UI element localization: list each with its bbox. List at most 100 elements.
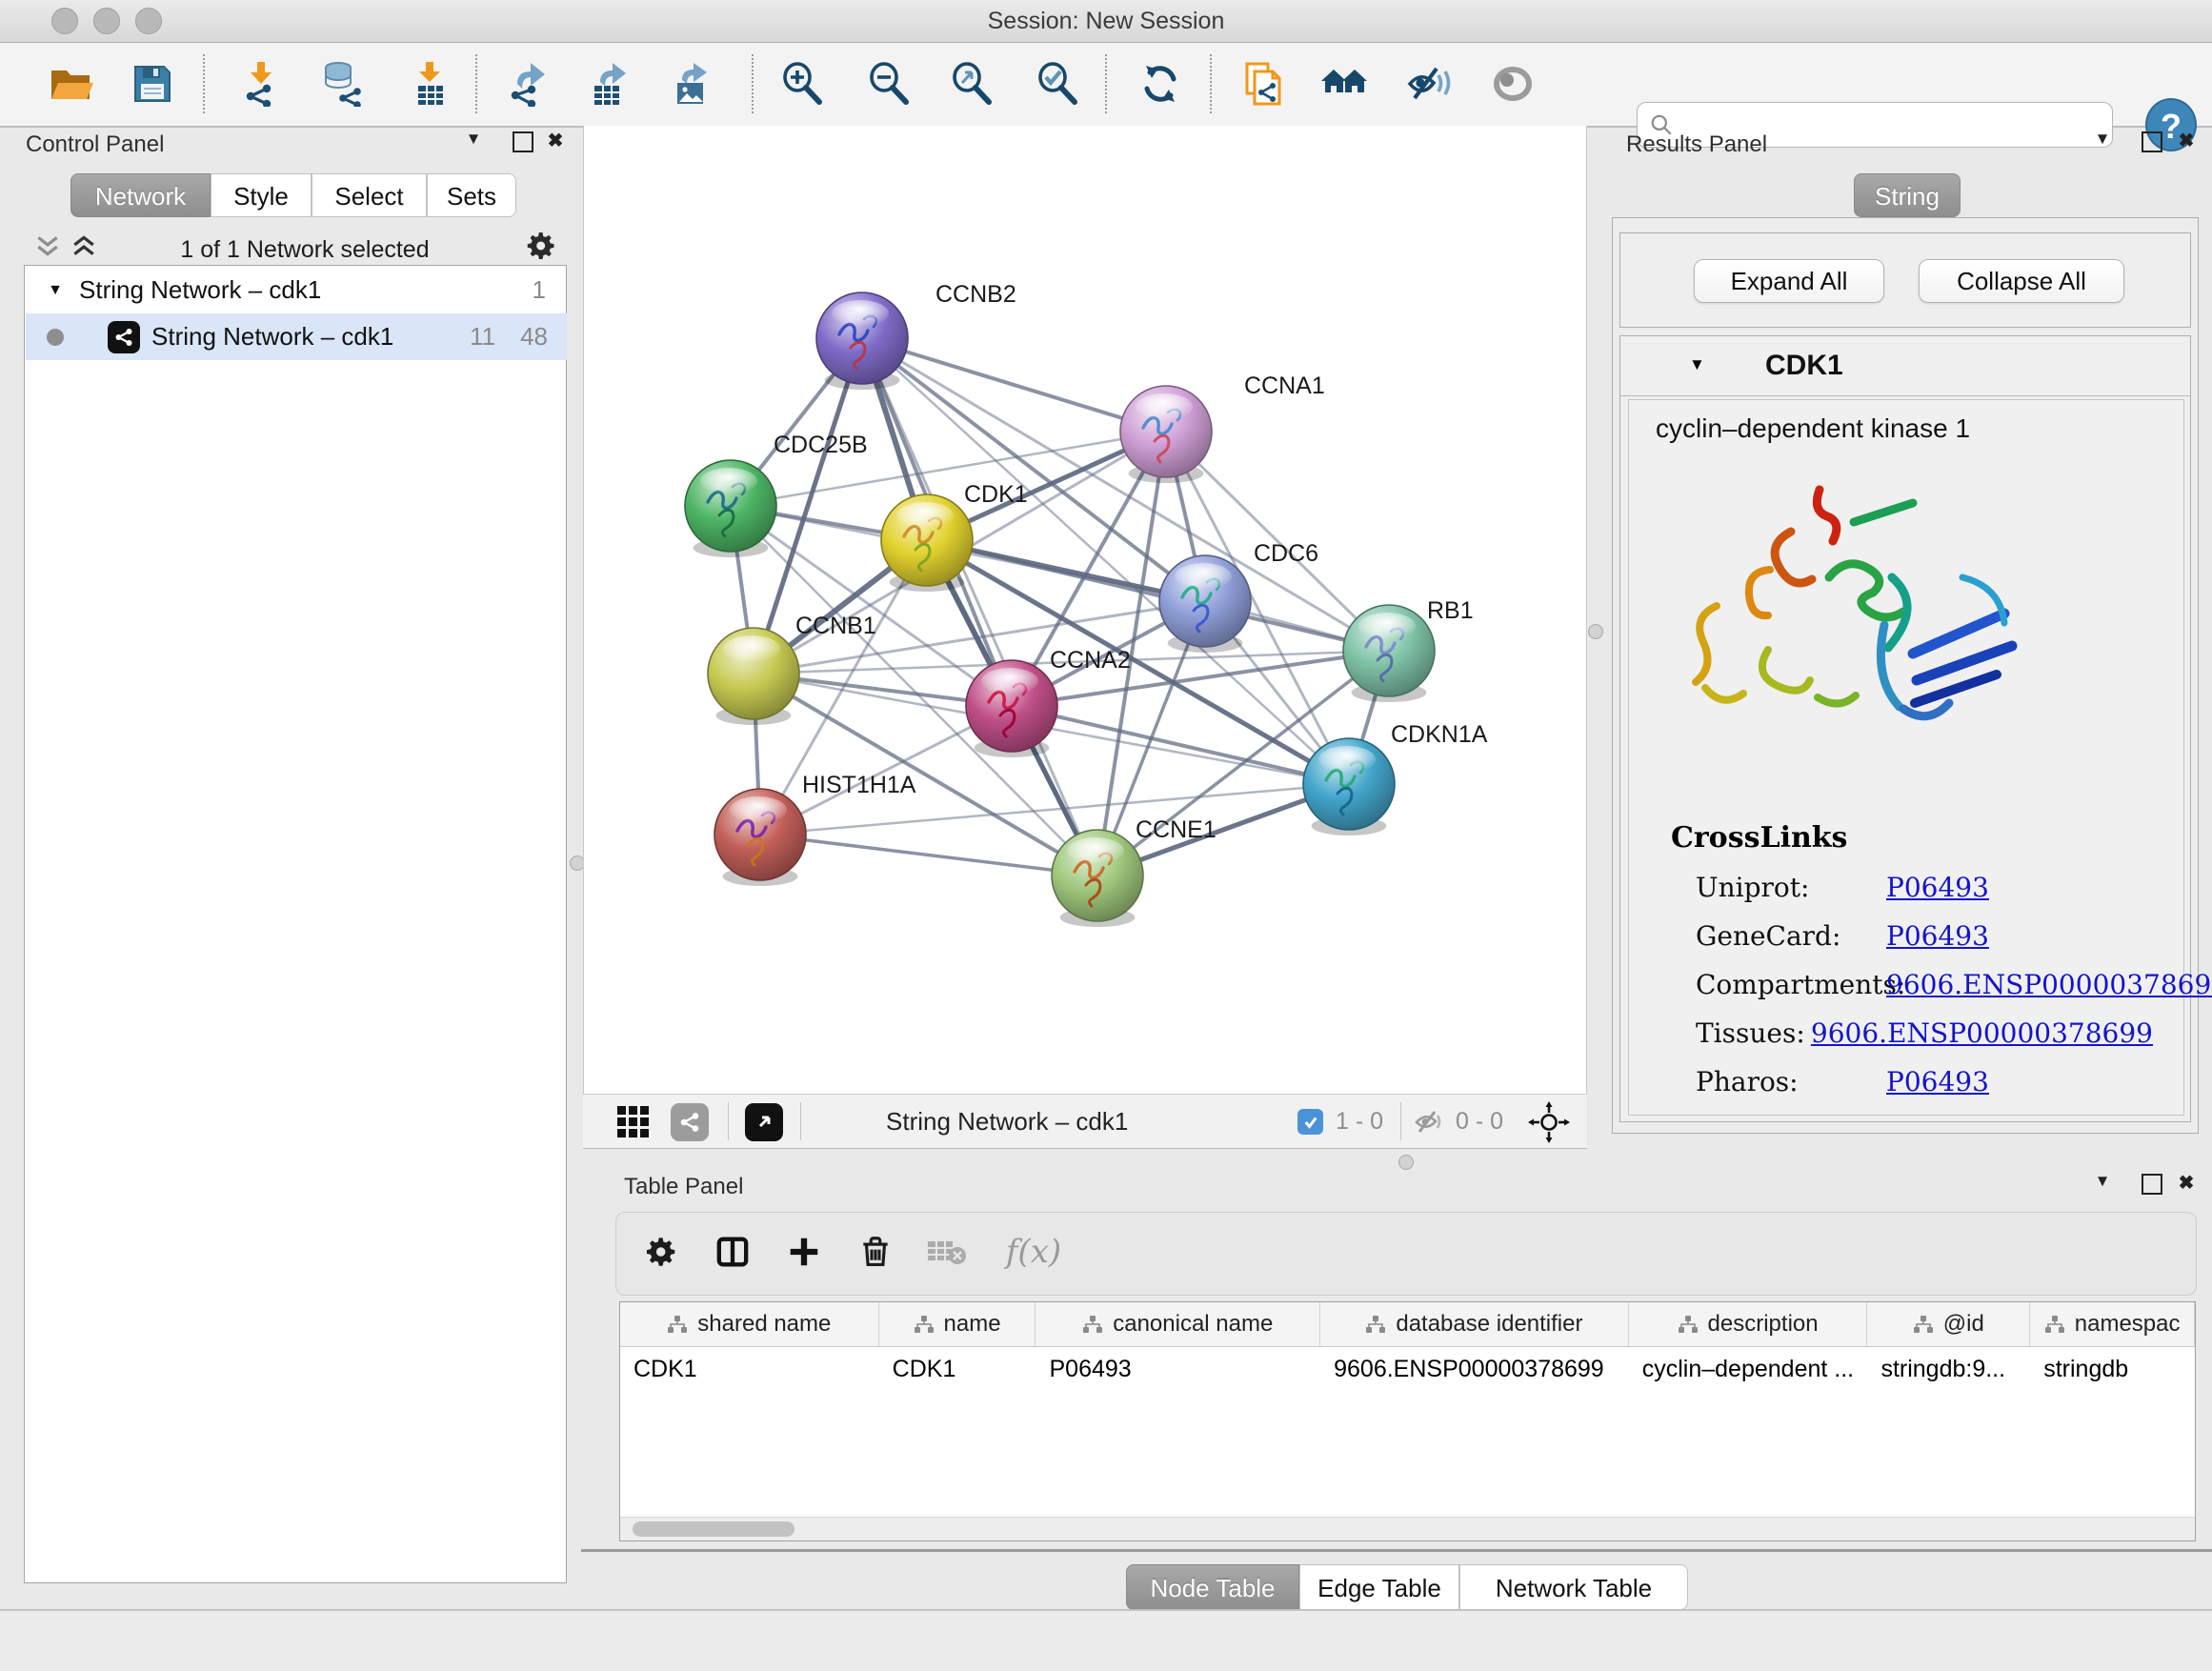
network-node-RB1[interactable] <box>1343 605 1435 702</box>
home-networks-icon[interactable] <box>1319 59 1369 109</box>
column-header-shared-name[interactable]: shared name <box>620 1302 879 1346</box>
column-header-name[interactable]: name <box>879 1302 1036 1346</box>
table-row[interactable]: CDK1CDK1P064939606.ENSP00000378699cyclin… <box>620 1347 2195 1391</box>
results-panel-collapse-icon[interactable]: ▼ <box>2090 130 2115 149</box>
birds-eye-crosshair-icon[interactable] <box>1528 1101 1570 1143</box>
table-cell[interactable]: stringdb <box>2030 1347 2195 1391</box>
protein-structure-image <box>1677 463 2029 758</box>
network-node-CDKN1A[interactable] <box>1303 738 1395 836</box>
save-session-icon[interactable] <box>128 59 177 109</box>
export-table-icon[interactable] <box>585 59 634 109</box>
export-network-icon[interactable] <box>504 59 553 109</box>
control-panel-float-icon[interactable] <box>513 131 533 152</box>
network-node-CCNA2[interactable] <box>966 660 1057 757</box>
network-row-selected[interactable]: String Network – cdk1 11 48 <box>26 313 567 360</box>
collection-count: 1 <box>533 275 546 305</box>
network-view-share-icon[interactable] <box>671 1103 709 1141</box>
protein-section-header[interactable]: ▼ CDK1 <box>1620 336 2190 396</box>
import-network-icon[interactable] <box>236 59 286 109</box>
tab-network-table[interactable]: Network Table <box>1459 1564 1688 1610</box>
table-panel-title: Table Panel <box>624 1174 743 1200</box>
table-gear-icon[interactable] <box>635 1226 687 1278</box>
collapse-all-button[interactable]: Collapse All <box>1919 259 2124 303</box>
network-collection-row[interactable]: ▼ String Network – cdk1 1 <box>26 267 567 313</box>
table-panel-float-icon[interactable] <box>2142 1174 2162 1195</box>
tab-select[interactable]: Select <box>312 173 427 217</box>
network-panel-gear-icon[interactable] <box>524 229 558 263</box>
table-panel-close-icon[interactable]: ✖ <box>2174 1171 2199 1195</box>
add-column-icon[interactable] <box>778 1226 830 1278</box>
selected-checkbox-icon[interactable] <box>1297 1109 1323 1135</box>
expand-all-networks-icon[interactable] <box>70 234 97 257</box>
grid-view-icon[interactable] <box>617 1106 650 1138</box>
protein-description: cyclin–dependent kinase 1 <box>1656 413 1970 444</box>
results-panel-title: Results Panel <box>1626 131 1767 158</box>
copy-network-icon[interactable] <box>1239 59 1289 109</box>
crosslink-value-link[interactable]: P06493 <box>1886 920 1989 952</box>
network-node-CDC6[interactable] <box>1159 555 1251 653</box>
hide-unhide-icon[interactable] <box>1405 59 1455 109</box>
control-panel-title: Control Panel <box>26 131 164 158</box>
horizontal-scrollbar <box>620 1517 2195 1540</box>
expand-all-button[interactable]: Expand All <box>1694 259 1884 303</box>
import-network-from-database-icon[interactable] <box>317 59 367 109</box>
column-header-database-identifier[interactable]: database identifier <box>1320 1302 1629 1346</box>
collapse-all-networks-icon[interactable] <box>34 234 61 257</box>
crosslink-value-link[interactable]: P06493 <box>1886 872 1989 903</box>
export-image-icon[interactable] <box>667 59 716 109</box>
bottom-splitter-handle[interactable] <box>1398 1155 1414 1170</box>
network-node-CCNB2[interactable] <box>816 292 908 390</box>
table-cell[interactable]: 9606.ENSP00000378699 <box>1320 1347 1629 1391</box>
table-cell[interactable]: CDK1 <box>620 1347 879 1391</box>
section-collapse-icon[interactable]: ▼ <box>1689 355 1705 374</box>
network-node-CDC25B[interactable] <box>685 460 776 557</box>
table-cell[interactable]: CDK1 <box>879 1347 1036 1391</box>
selected-count: 1 - 0 <box>1336 1095 1383 1148</box>
import-table-icon[interactable] <box>405 59 454 109</box>
network-node-HIST1H1A[interactable] <box>714 789 806 886</box>
tab-string[interactable]: String <box>1854 173 1961 217</box>
node-label-CDC6: CDC6 <box>1254 540 1318 567</box>
column-header-canonical-name[interactable]: canonical name <box>1036 1302 1320 1346</box>
tab-network[interactable]: Network <box>70 173 211 217</box>
table-cell[interactable]: stringdb:9... <box>1867 1347 2030 1391</box>
crosslink-value-link[interactable]: 9606.ENSP00000378699 <box>1886 969 2212 1000</box>
zoom-in-icon[interactable] <box>777 59 827 109</box>
tab-sets[interactable]: Sets <box>427 173 516 217</box>
open-session-icon[interactable] <box>46 59 95 109</box>
show-column-panel-icon[interactable] <box>707 1226 758 1278</box>
table-panel-collapse-icon[interactable]: ▼ <box>2090 1172 2115 1191</box>
network-node-CCNE1[interactable] <box>1052 830 1143 927</box>
tab-style[interactable]: Style <box>211 173 312 217</box>
detach-view-icon[interactable] <box>745 1103 783 1141</box>
crosslink-value-link[interactable]: P06493 <box>1886 1066 1989 1097</box>
crosslink-value-link[interactable]: 9606.ENSP00000378699 <box>1811 1017 2153 1049</box>
window-title: Session: New Session <box>0 0 2212 42</box>
zoom-fit-icon[interactable] <box>947 59 996 109</box>
results-panel-close-icon[interactable]: ✖ <box>2174 129 2199 152</box>
right-splitter-handle[interactable] <box>1588 624 1603 639</box>
horizontal-scrollbar-thumb[interactable] <box>633 1521 794 1537</box>
network-node-CCNB1[interactable] <box>708 628 799 725</box>
zoom-out-icon[interactable] <box>864 59 914 109</box>
network-node-CCNA1[interactable] <box>1120 386 1212 483</box>
zoom-selected-icon[interactable] <box>1033 59 1082 109</box>
refresh-view-icon[interactable] <box>1136 59 1185 109</box>
tab-edge-table[interactable]: Edge Table <box>1299 1564 1459 1610</box>
network-canvas[interactable]: CCNB2CCNA1CDC25BCDK1CDC6RB1CCNB1CCNA2CDK… <box>583 126 1587 1094</box>
delete-column-trash-icon[interactable] <box>850 1226 901 1278</box>
hidden-eye-icon[interactable] <box>1414 1108 1446 1137</box>
node-label-CCNA2: CCNA2 <box>1050 647 1131 674</box>
results-panel-float-icon[interactable] <box>2142 131 2162 152</box>
control-panel-close-icon[interactable]: ✖ <box>543 129 568 152</box>
tab-node-table[interactable]: Node Table <box>1126 1564 1299 1610</box>
control-panel-collapse-icon[interactable]: ▼ <box>461 130 486 149</box>
column-header--id[interactable]: @id <box>1867 1302 2030 1346</box>
column-header-namespac[interactable]: namespac <box>2030 1302 2195 1346</box>
collection-expand-icon[interactable]: ▼ <box>41 282 70 299</box>
column-header-description[interactable]: description <box>1629 1302 1868 1346</box>
table-cell[interactable]: cyclin–dependent ... <box>1629 1347 1868 1391</box>
node-label-CDKN1A: CDKN1A <box>1391 721 1488 748</box>
node-label-CCNE1: CCNE1 <box>1136 816 1217 843</box>
table-cell[interactable]: P06493 <box>1036 1347 1320 1391</box>
